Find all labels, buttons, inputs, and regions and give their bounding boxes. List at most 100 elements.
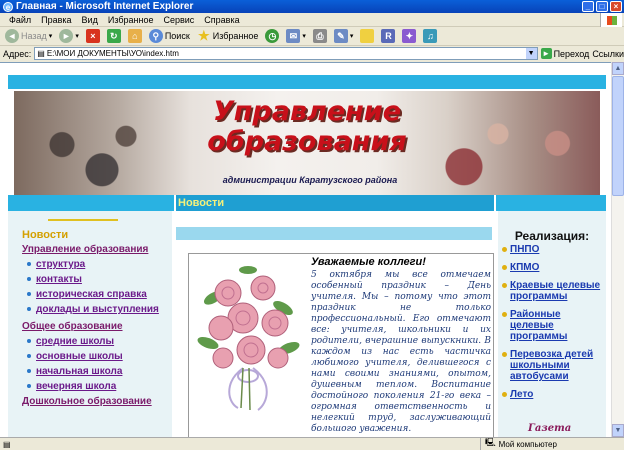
nav-basic-schools[interactable]: основные школы (27, 350, 170, 363)
maximize-button[interactable]: □ (596, 1, 608, 12)
address-value: E:\МОИ ДОКУМЕНТЫ\УО\index.htm (46, 49, 179, 58)
article-body: 5 октября мы все отмечаем особенный праз… (311, 270, 491, 434)
nav-reports[interactable]: доклады и выступления (27, 303, 170, 316)
go-arrow-icon: ► (540, 48, 552, 59)
divider (48, 219, 118, 221)
nav-general-education[interactable]: Общее образование (22, 320, 170, 333)
close-button[interactable]: × (610, 1, 622, 12)
site-subtitle: администрации Каратузского района (222, 175, 398, 185)
banner-photo-graduates (430, 101, 600, 195)
article-heading: Уважаемые коллеги! (311, 256, 426, 268)
back-button[interactable]: ◄ Назад ▾ (3, 28, 54, 44)
edit-button[interactable]: ✎ ▾ (332, 28, 356, 44)
nav-contacts[interactable]: контакты (27, 273, 170, 286)
link-district-programs[interactable]: Районные целевые программы (502, 309, 606, 342)
mail-icon: ✉ (286, 29, 301, 43)
site-banner: Управление образования администрации Кар… (14, 91, 600, 195)
messenger-icon: ✦ (402, 29, 417, 43)
history-button[interactable]: ◷ (263, 28, 281, 44)
links-button[interactable]: Ссылки (592, 49, 624, 59)
menu-bar: Файл Правка Вид Избранное Сервис Справка (0, 13, 624, 27)
home-button[interactable]: ⌂ (126, 28, 144, 44)
scroll-up-icon[interactable]: ▲ (612, 62, 624, 75)
home-icon: ⌂ (127, 29, 142, 43)
nav-education-department[interactable]: Управление образования (22, 243, 170, 256)
address-input[interactable]: ▤ E:\МОИ ДОКУМЕНТЫ\УО\index.htm ▼ (34, 47, 538, 60)
ie-logo-icon: e (3, 1, 13, 12)
rose-bouquet-image (197, 266, 300, 411)
star-icon: ★ (197, 28, 210, 43)
nav-preschool[interactable]: Дошкольное образование (22, 395, 170, 408)
chevron-down-icon: ▾ (48, 33, 53, 40)
menu-tools[interactable]: Сервис (158, 15, 199, 25)
menu-favorites[interactable]: Избранное (103, 15, 159, 25)
content-bar (176, 227, 492, 240)
search-icon: ⚲ (148, 29, 163, 43)
media-button[interactable]: ♫ (421, 28, 439, 44)
nav-history[interactable]: историческая справка (27, 288, 170, 301)
nav-evening-school[interactable]: вечерняя школа (27, 380, 170, 393)
gazette-link[interactable]: Газета (528, 423, 571, 434)
nav-secondary-schools[interactable]: средние школы (27, 335, 170, 348)
print-icon: ⎙ (312, 29, 327, 43)
page-done-icon: ▤ (3, 439, 11, 449)
link-kpmo[interactable]: КПМО (502, 262, 606, 273)
menu-view[interactable]: Вид (77, 15, 103, 25)
history-icon: ◷ (265, 29, 280, 43)
nav-structure[interactable]: структура (27, 258, 170, 271)
print-button[interactable]: ⎙ (311, 28, 329, 44)
go-label: Переход (553, 48, 590, 59)
media-icon: ♫ (423, 29, 438, 43)
scroll-thumb[interactable] (612, 76, 624, 196)
article-box: Уважаемые коллеги! 5 октября мы все отме… (188, 253, 494, 437)
refresh-icon: ↻ (106, 29, 121, 43)
research-icon: R (381, 29, 396, 43)
messenger-button[interactable]: ✦ (400, 28, 418, 44)
chevron-down-icon: ▾ (75, 33, 79, 40)
status-message: ▤ (0, 440, 480, 449)
stop-button[interactable]: × (84, 28, 102, 44)
mail-button[interactable]: ✉ ▾ (284, 28, 308, 44)
note-icon (360, 29, 375, 43)
go-button[interactable]: ► Переход (540, 48, 590, 59)
left-nav: Новости Управление образования структура… (8, 211, 172, 437)
page-file-icon: ▤ (37, 49, 45, 58)
forward-arrow-icon: ► (59, 29, 74, 43)
search-button[interactable]: ⚲ Поиск (147, 28, 192, 44)
back-label: Назад (21, 31, 47, 41)
favorites-label: Избранное (212, 31, 259, 41)
address-bar: Адрес: ▤ E:\МОИ ДОКУМЕНТЫ\УО\index.htm ▼… (0, 46, 624, 61)
back-arrow-icon: ◄ (5, 29, 19, 43)
research-button[interactable]: R (379, 28, 397, 44)
site-title: Управление образования (207, 96, 407, 157)
stop-icon: × (85, 29, 100, 43)
link-summer[interactable]: Лето (502, 389, 606, 400)
status-zone-label: Мой компьютер (498, 439, 557, 449)
windows-logo-icon (600, 13, 622, 27)
status-zone: 🖳 Мой компьютер (480, 437, 624, 450)
window-title: Главная - Microsoft Internet Explorer (16, 1, 194, 12)
favorites-button[interactable]: ★ Избранное (195, 28, 261, 44)
notes-button[interactable] (358, 28, 376, 44)
news-link[interactable]: Новости (22, 229, 68, 241)
menu-help[interactable]: Справка (199, 15, 244, 25)
top-strip (8, 75, 606, 89)
search-label: Поиск (164, 31, 190, 41)
minimize-button[interactable]: _ (582, 1, 594, 12)
vertical-scrollbar[interactable]: ▲ ▼ (611, 62, 624, 437)
scroll-down-icon[interactable]: ▼ (612, 424, 624, 437)
main-content: Уважаемые коллеги! 5 октября мы все отме… (172, 211, 498, 437)
address-label: Адрес: (3, 48, 32, 59)
link-regional-programs[interactable]: Краевые целевые программы (502, 280, 606, 302)
computer-icon: 🖳 (485, 438, 496, 447)
menu-edit[interactable]: Правка (36, 15, 76, 25)
status-bar: ▤ 🖳 Мой компьютер (0, 437, 624, 450)
window-titlebar: e Главная - Microsoft Internet Explorer … (0, 0, 624, 13)
chevron-down-icon[interactable]: ▼ (525, 48, 537, 59)
menu-file[interactable]: Файл (4, 15, 36, 25)
link-school-buses[interactable]: Перевозка детей школьными автобусами (502, 349, 606, 382)
nav-primary-school[interactable]: начальная школа (27, 365, 170, 378)
refresh-button[interactable]: ↻ (105, 28, 123, 44)
forward-button[interactable]: ► ▾ (57, 28, 81, 44)
link-pnpo[interactable]: ПНПО (502, 244, 606, 255)
